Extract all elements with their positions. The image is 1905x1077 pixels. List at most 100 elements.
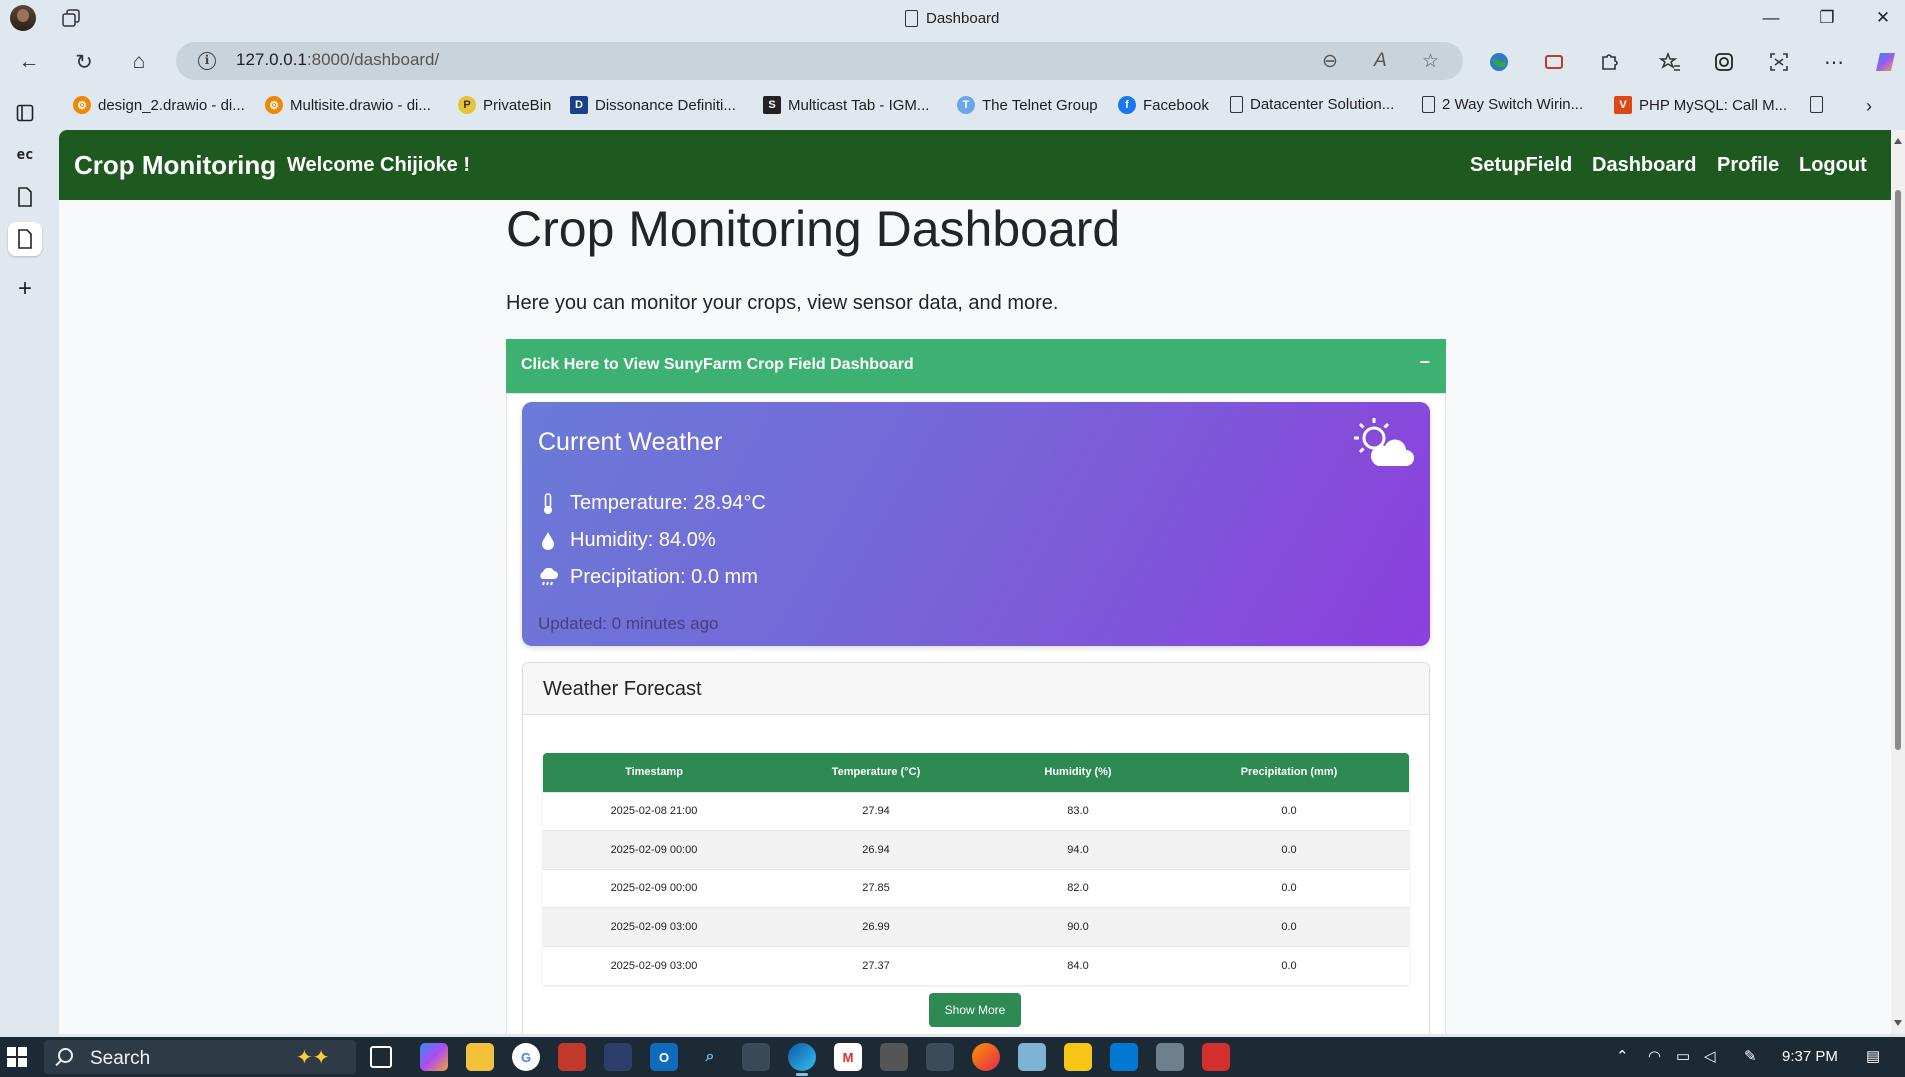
forecast-card-header: Weather Forecast: [523, 663, 1429, 715]
app-yellow-icon[interactable]: [1064, 1043, 1092, 1071]
app-red-icon[interactable]: [558, 1043, 586, 1071]
restore-button[interactable]: ❐: [1804, 4, 1850, 32]
tab-ec-icon[interactable]: ec: [8, 138, 42, 172]
minimize-button[interactable]: —: [1748, 4, 1794, 32]
nav-link-profile[interactable]: Profile: [1717, 154, 1779, 177]
nav-link-logout[interactable]: Logout: [1799, 154, 1867, 177]
tab-panel-icon[interactable]: [8, 96, 42, 130]
bookmark-item[interactable]: Datacenter Solution...: [1230, 96, 1394, 113]
extension-globe-icon[interactable]: [1482, 46, 1516, 78]
zoom-icon[interactable]: ⊖: [1322, 50, 1338, 73]
copilot-icon[interactable]: [1870, 46, 1904, 78]
bookmarks-bar: ⚙ design_2.drawio - di... ⚙ Multisite.dr…: [60, 86, 1905, 128]
favorite-star-icon[interactable]: ☆: [1422, 50, 1439, 73]
extensions-puzzle-icon[interactable]: [1592, 46, 1626, 78]
humidity-row: Humidity: 84.0%: [538, 529, 716, 552]
bookmark-label: PHP MySQL: Call M...: [1639, 96, 1788, 114]
show-more-button[interactable]: Show More: [929, 993, 1021, 1027]
screen-cast-icon[interactable]: [1537, 46, 1571, 78]
bookmark-page-icon[interactable]: [1810, 96, 1823, 113]
bookmark-item[interactable]: f Facebook: [1118, 96, 1209, 114]
app-blue-icon[interactable]: [604, 1043, 632, 1071]
table-row: 2025-02-09 00:00 26.94 94.0 0.0: [543, 830, 1409, 869]
taskbar-search-label: Search: [90, 1048, 151, 1069]
site-info-icon[interactable]: i: [198, 52, 216, 70]
scroll-up-arrow-icon[interactable]: [1894, 138, 1902, 144]
forecast-table: Timestamp Temperature (°C) Humidity (%) …: [543, 753, 1409, 985]
drawio-icon: ⚙: [265, 96, 283, 114]
table-cell: 0.0: [1169, 791, 1409, 831]
table-row: 2025-02-08 21:00 27.94 83.0 0.0: [543, 791, 1409, 831]
tab-page-icon[interactable]: [8, 180, 42, 214]
acrobat-icon[interactable]: [1202, 1043, 1230, 1071]
table-cell: 2025-02-09 00:00: [543, 868, 765, 908]
vscode-icon[interactable]: [1110, 1043, 1138, 1071]
bookmark-item[interactable]: P PrivateBin: [458, 96, 551, 114]
system-clock[interactable]: 9:37 PM: [1782, 1048, 1838, 1065]
page-icon: [905, 9, 918, 27]
nav-link-dashboard[interactable]: Dashboard: [1592, 154, 1696, 177]
tab-actions-icon[interactable]: [62, 9, 80, 27]
scroll-down-arrow-icon[interactable]: [1894, 1020, 1902, 1026]
table-cell: 94.0: [987, 830, 1169, 869]
app-slate-icon[interactable]: [1156, 1043, 1184, 1071]
new-tab-plus-icon[interactable]: +: [8, 272, 42, 306]
taskbar-search-box[interactable]: Search ✦✦: [44, 1040, 356, 1074]
windows-start-icon[interactable]: [7, 1047, 27, 1067]
calculator-icon[interactable]: [742, 1043, 770, 1071]
settings-more-icon[interactable]: ⋯: [1817, 46, 1851, 78]
table-cell: 2025-02-08 21:00: [543, 791, 765, 831]
task-view-icon[interactable]: [370, 1046, 392, 1068]
pen-icon[interactable]: ✎: [1744, 1047, 1757, 1065]
edge-icon[interactable]: [788, 1043, 816, 1076]
bookmark-label: PrivateBin: [483, 96, 552, 114]
terminal-icon[interactable]: [926, 1043, 954, 1071]
magnifier-app-icon[interactable]: ⌕: [696, 1043, 724, 1071]
vertical-tab-strip: ec +: [0, 86, 50, 1041]
app-light-icon[interactable]: [1018, 1043, 1046, 1071]
bookmark-item[interactable]: ⚙ design_2.drawio - di...: [73, 96, 245, 114]
volume-icon[interactable]: ◁: [1704, 1047, 1716, 1065]
close-window-button[interactable]: ✕: [1860, 4, 1905, 32]
profile-avatar[interactable]: [10, 5, 36, 31]
site-navbar: Crop Monitoring Welcome Chijioke ! Setup…: [59, 130, 1891, 200]
screenshot-icon[interactable]: [1762, 46, 1796, 78]
page-scrollbar[interactable]: [1891, 130, 1905, 1034]
nav-link-setupfield[interactable]: SetupField: [1470, 154, 1572, 177]
bookmark-item[interactable]: ⚙ Multisite.drawio - di...: [265, 96, 431, 114]
more-bookmarks-chevron-icon[interactable]: ›: [1866, 96, 1872, 117]
table-row: 2025-02-09 03:00 26.99 90.0 0.0: [543, 907, 1409, 946]
reload-button[interactable]: ↻: [67, 46, 101, 78]
table-cell: 26.94: [765, 830, 987, 869]
window-title-text: Dashboard: [926, 9, 1000, 27]
app-gray-icon[interactable]: [880, 1043, 908, 1071]
bookmark-item[interactable]: S Multicast Tab - IGM...: [763, 96, 929, 114]
collections-icon[interactable]: [1707, 46, 1741, 78]
favorites-icon[interactable]: [1653, 46, 1687, 78]
tray-chevron-icon[interactable]: ⌃: [1616, 1047, 1629, 1065]
home-button[interactable]: ⌂: [122, 46, 156, 78]
chrome-icon[interactable]: G: [512, 1043, 540, 1071]
battery-icon[interactable]: ▭: [1676, 1047, 1690, 1065]
field-dashboard-accordion-button[interactable]: Click Here to View SunyFarm Crop Field D…: [506, 339, 1446, 393]
copilot-app-icon[interactable]: [420, 1043, 448, 1071]
column-header: Humidity (%): [987, 753, 1169, 792]
outlook-icon[interactable]: O: [650, 1043, 678, 1071]
bookmark-item[interactable]: V PHP MySQL: Call M...: [1614, 96, 1787, 114]
address-bar[interactable]: i 127.0.0.1:8000/dashboard/ ⊖ A ☆: [176, 42, 1463, 80]
url-text[interactable]: 127.0.0.1:8000/dashboard/: [236, 50, 439, 70]
weather-updated-text: Updated: 0 minutes ago: [538, 614, 719, 634]
brand-link[interactable]: Crop Monitoring: [74, 150, 276, 181]
bookmark-item[interactable]: T The Telnet Group: [957, 96, 1098, 114]
bookmark-item[interactable]: D Dissonance Definiti...: [570, 96, 736, 114]
notification-icon[interactable]: ▤: [1866, 1047, 1880, 1065]
read-aloud-icon[interactable]: A: [1374, 50, 1387, 72]
scrollbar-thumb[interactable]: [1895, 190, 1901, 750]
back-button[interactable]: ←: [12, 46, 46, 78]
file-explorer-icon[interactable]: [466, 1043, 494, 1071]
firefox-icon[interactable]: [972, 1043, 1000, 1071]
gmail-icon[interactable]: M: [834, 1043, 862, 1071]
wifi-icon[interactable]: ◠: [1648, 1047, 1661, 1065]
tab-dashboard-active-icon[interactable]: [8, 222, 42, 256]
bookmark-item[interactable]: 2 Way Switch Wirin...: [1422, 96, 1583, 113]
